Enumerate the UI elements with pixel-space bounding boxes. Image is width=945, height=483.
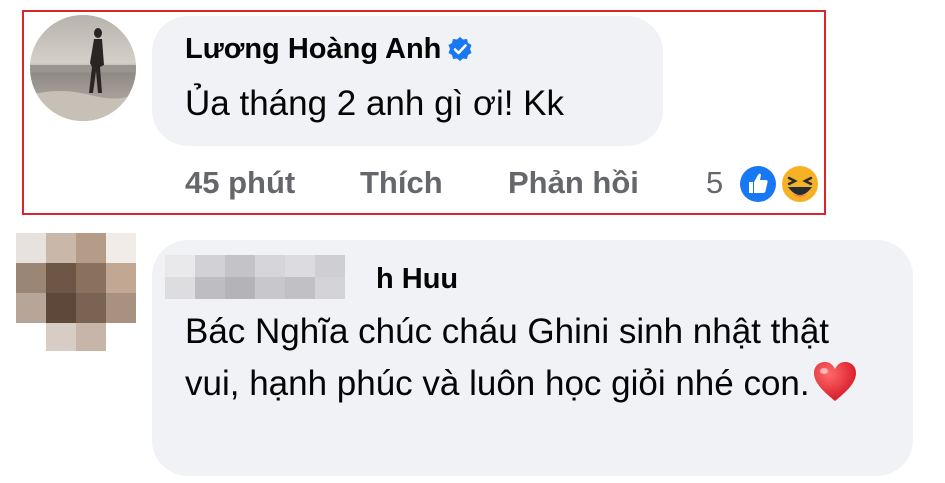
reaction-count[interactable]: 5 <box>706 165 723 201</box>
blurred-avatar <box>12 233 136 351</box>
comment-timestamp[interactable]: 45 phút <box>185 165 295 201</box>
like-button[interactable]: Thích <box>360 165 443 201</box>
avatar[interactable] <box>12 233 136 351</box>
blurred-author-name <box>165 255 365 299</box>
comment-author[interactable]: h Huu <box>376 263 458 296</box>
like-icon <box>738 164 778 204</box>
comment-text: Bác Nghĩa chúc cháu Ghini sinh nhật thật… <box>185 306 885 418</box>
reaction-summary[interactable] <box>734 163 824 205</box>
heart-icon <box>812 361 858 418</box>
author-name[interactable]: Lương Hoàng Anh <box>185 33 441 65</box>
avatar[interactable] <box>30 15 136 121</box>
comment-author[interactable]: Lương Hoàng Anh <box>185 33 473 70</box>
avatar-beach-photo <box>30 15 136 121</box>
comment-text-content: Bác Nghĩa chúc cháu Ghini sinh nhật thật… <box>185 312 830 403</box>
haha-icon <box>780 164 820 204</box>
verified-badge-icon <box>447 36 473 70</box>
comment-text: Ủa tháng 2 anh gì ơi! Kk <box>185 84 565 123</box>
reply-button[interactable]: Phản hồi <box>508 165 639 201</box>
